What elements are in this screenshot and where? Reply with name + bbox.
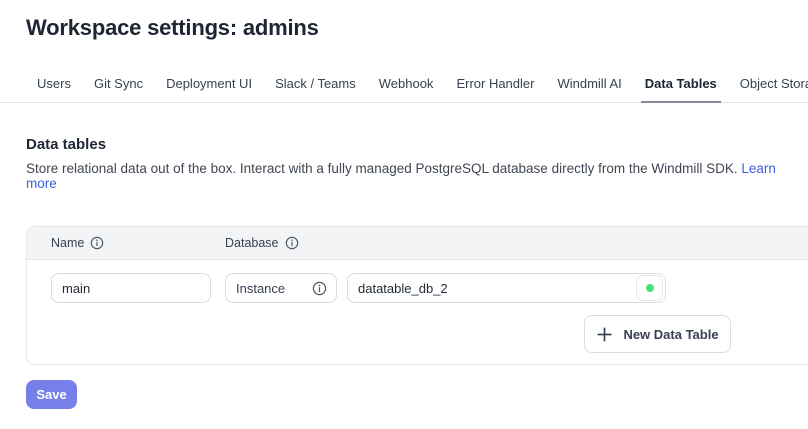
database-name-input[interactable] (347, 273, 666, 303)
page-title: Workspace settings: admins (26, 15, 808, 41)
tab-error-handler[interactable]: Error Handler (452, 72, 538, 103)
tab-data-tables[interactable]: Data Tables (641, 72, 721, 103)
section-description-text: Store relational data out of the box. In… (26, 161, 738, 176)
info-icon[interactable] (312, 281, 327, 296)
database-status-button[interactable] (636, 275, 663, 301)
status-green-dot-icon (646, 284, 654, 292)
section-description: Store relational data out of the box. In… (26, 161, 808, 191)
info-icon[interactable] (90, 236, 104, 250)
datatable-name-input[interactable] (51, 273, 211, 303)
database-name-wrap (347, 273, 666, 303)
save-button[interactable]: Save (26, 380, 77, 409)
info-icon[interactable] (285, 236, 299, 250)
table-header-row: Name Database (27, 227, 808, 260)
tab-git-sync[interactable]: Git Sync (90, 72, 147, 103)
data-tables-card: Name Database Instance (26, 226, 808, 365)
table-row: Instance (51, 273, 808, 303)
column-name-label: Name (51, 236, 84, 250)
tab-users[interactable]: Users (33, 72, 75, 103)
table-body: Instance New Data Table (27, 260, 808, 364)
tab-deployment-ui[interactable]: Deployment UI (162, 72, 256, 103)
plus-icon (596, 326, 613, 343)
new-data-table-label: New Data Table (623, 327, 718, 342)
section-heading: Data tables (26, 136, 808, 153)
settings-tabs: Users Git Sync Deployment UI Slack / Tea… (0, 72, 808, 103)
column-header-database: Database (225, 236, 299, 250)
column-database-label: Database (225, 236, 279, 250)
tab-slack-teams[interactable]: Slack / Teams (271, 72, 360, 103)
database-kind-value: Instance (236, 281, 285, 296)
database-kind-select[interactable]: Instance (225, 273, 337, 303)
tab-webhook[interactable]: Webhook (375, 72, 438, 103)
tab-windmill-ai[interactable]: Windmill AI (553, 72, 625, 103)
new-data-table-button[interactable]: New Data Table (584, 315, 731, 353)
tab-object-storage[interactable]: Object Storage (736, 72, 808, 103)
column-header-name: Name (51, 236, 225, 250)
